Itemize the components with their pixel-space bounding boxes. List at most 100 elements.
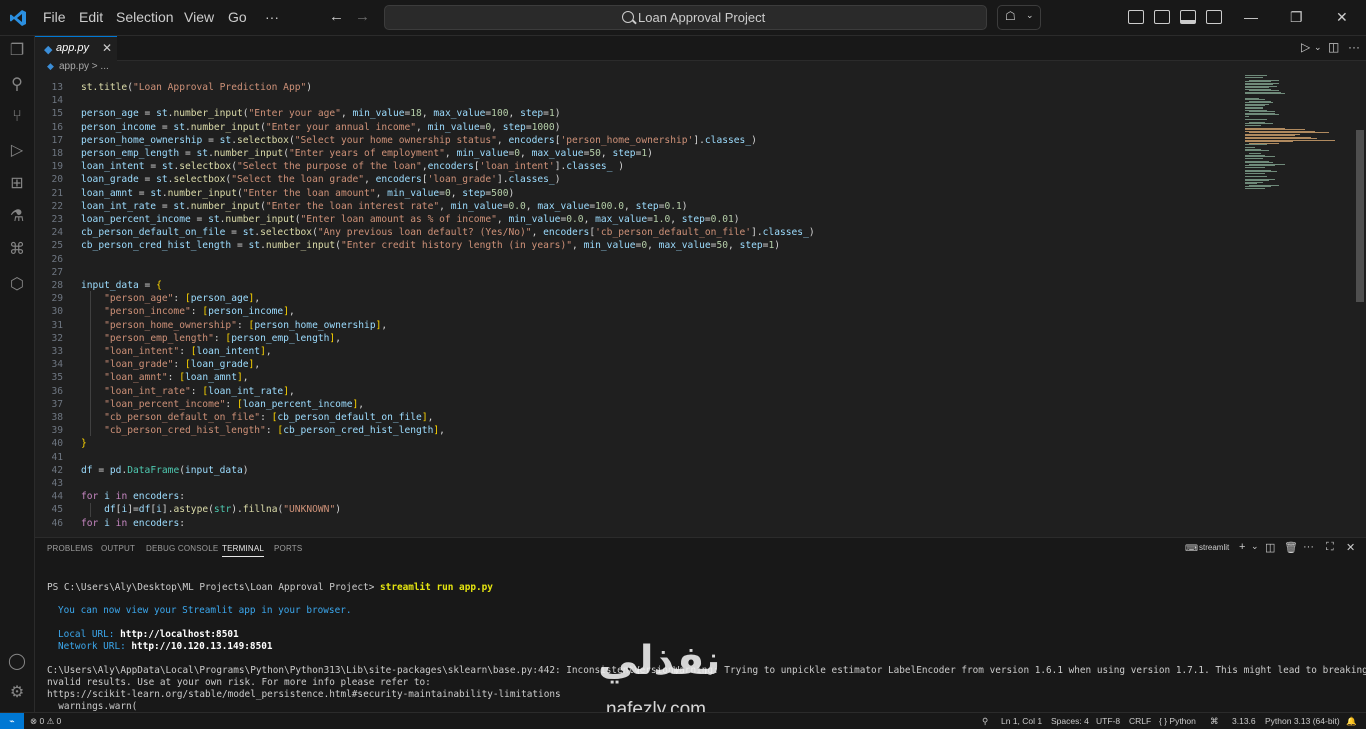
code-token: , <box>572 240 584 252</box>
extensions-icon[interactable]: ⊞ <box>8 175 26 193</box>
cursor-position[interactable]: Ln 1, Col 1 <box>1001 716 1042 726</box>
code-token: "loan_int_rate" <box>104 385 191 397</box>
containers-icon[interactable]: ⬡ <box>8 276 26 294</box>
code-token: "Loan Approval Prediction App" <box>133 82 307 93</box>
encoding[interactable]: UTF-8 <box>1096 716 1120 726</box>
toggle-sidebar-icon[interactable] <box>1154 10 1170 24</box>
code-token: ) <box>335 504 342 516</box>
tab-output[interactable]: OUTPUT <box>101 544 135 553</box>
minimap-line <box>1245 144 1267 145</box>
line-number: 13 <box>51 82 63 93</box>
remote-indicator-icon[interactable]: ⌁ <box>0 713 24 729</box>
kill-terminal-icon[interactable]: 🗑 <box>1284 541 1298 554</box>
python-icon[interactable]: ⌘ <box>8 241 26 259</box>
copilot-button[interactable]: ☖ ⌄ <box>997 5 1041 30</box>
minimap-line <box>1245 76 1263 78</box>
terminal-instance-name[interactable]: streamlit <box>1199 543 1229 552</box>
restore-button[interactable]: ❐ <box>1290 9 1303 26</box>
new-terminal-icon[interactable]: + <box>1239 541 1245 553</box>
editor-scrollbar[interactable] <box>1356 130 1364 302</box>
settings-gear-icon[interactable]: ⚙ <box>8 684 26 702</box>
menu-go[interactable]: Go <box>228 9 247 25</box>
split-editor-icon[interactable]: ◫ <box>1328 40 1339 54</box>
command-center-search[interactable]: Loan Approval Project <box>384 5 987 30</box>
network-url-label: Network URL: <box>58 641 126 652</box>
minimize-button[interactable]: — <box>1244 9 1258 25</box>
toggle-primary-sidebar-icon[interactable] <box>1128 10 1144 24</box>
indentation[interactable]: Spaces: 4 <box>1051 716 1089 726</box>
code-token: , <box>358 398 365 410</box>
code-token: , <box>531 227 544 239</box>
more-actions-icon[interactable]: ··· <box>1348 40 1360 54</box>
menu-view[interactable]: View <box>184 9 214 25</box>
toggle-secondary-sidebar-icon[interactable] <box>1206 10 1222 24</box>
explorer-icon[interactable]: ❐ <box>8 42 26 60</box>
search-icon[interactable]: ⚲ <box>8 76 26 94</box>
code-token: number_input <box>213 148 284 159</box>
more-actions-icon[interactable]: ··· <box>1303 541 1314 553</box>
terminal-warning-link[interactable]: https://scikit-learn.org/stable/model_pe… <box>47 689 561 700</box>
testing-icon[interactable]: ⚗ <box>8 208 26 226</box>
line-number: 25 <box>51 240 63 252</box>
menu-more[interactable]: ··· <box>265 9 279 25</box>
code-token: input_data <box>81 280 139 291</box>
local-url-link[interactable]: http://localhost:8501 <box>120 629 239 640</box>
line-number: 18 <box>51 148 63 159</box>
source-control-icon[interactable]: ⑂ <box>8 108 26 126</box>
notifications-bell-icon[interactable]: 🔔 <box>1346 716 1357 727</box>
code-text: person_home_ownership = st.selectbox("Se… <box>81 134 757 147</box>
tab-close-icon[interactable]: ✕ <box>102 41 112 55</box>
forward-arrow-icon[interactable]: → <box>355 8 370 25</box>
back-arrow-icon[interactable]: ← <box>329 8 344 25</box>
terminal-view-message: You can now view your Streamlit app in y… <box>58 605 352 616</box>
tab-terminal[interactable]: TERMINAL <box>222 544 265 557</box>
code-token: max_value <box>595 214 648 225</box>
menu-selection[interactable]: Selection <box>116 9 174 25</box>
breadcrumb-text[interactable]: app.py > ... <box>59 61 109 72</box>
code-token: : <box>179 491 186 503</box>
code-token: ]. <box>693 134 705 146</box>
python-environment-icon[interactable]: ⌘ <box>1210 716 1219 727</box>
menu-edit[interactable]: Edit <box>79 9 103 25</box>
run-debug-icon[interactable]: ▷ <box>8 142 26 160</box>
network-url-link[interactable]: http://10.120.13.149:8501 <box>131 641 272 652</box>
code-token: : <box>167 372 180 384</box>
code-token: "cb_person_default_on_file" <box>104 412 261 423</box>
python-interpreter[interactable]: Python 3.13 (64-bit) <box>1265 716 1340 726</box>
tab-ports[interactable]: PORTS <box>274 544 302 553</box>
code-token: "Select the loan grade" <box>231 174 365 186</box>
run-options-chevron-icon[interactable]: ⌄ <box>1314 42 1322 53</box>
close-panel-icon[interactable]: ✕ <box>1346 541 1355 554</box>
code-token: ) <box>733 214 740 225</box>
maximize-panel-icon[interactable]: ⛶ <box>1326 541 1334 554</box>
line-number: 38 <box>51 412 63 423</box>
menu-file[interactable]: File <box>43 9 66 25</box>
code-token: , <box>520 148 532 159</box>
terminal-dropdown-icon[interactable]: ⌄ <box>1251 541 1259 552</box>
toggle-panel-icon[interactable] <box>1180 10 1196 24</box>
minimap[interactable] <box>1245 75 1345 215</box>
tab-problems[interactable]: PROBLEMS <box>47 544 93 553</box>
code-token: : <box>213 332 226 344</box>
run-python-file-icon[interactable]: ▷ <box>1301 40 1310 54</box>
line-ending[interactable]: CRLF <box>1129 716 1151 726</box>
zoom-icon[interactable]: ⚲ <box>982 716 988 727</box>
tab-debug-console[interactable]: DEBUG CONSOLE <box>146 544 218 553</box>
close-window-button[interactable]: ✕ <box>1336 9 1348 26</box>
code-token: , <box>647 240 659 252</box>
split-terminal-icon[interactable]: ◫ <box>1265 541 1275 554</box>
account-icon[interactable]: ◯ <box>8 653 26 671</box>
python-version[interactable]: 3.13.6 <box>1232 716 1256 726</box>
line-number: 44 <box>51 491 63 503</box>
tab-app-py[interactable]: ◆ app.py ✕ <box>35 36 117 61</box>
code-token: , <box>254 359 261 371</box>
language-mode[interactable]: { } Python <box>1159 716 1196 726</box>
problems-count[interactable]: ⊗ 0 ⚠ 0 <box>30 716 61 727</box>
code-editor[interactable]: 13 st.title("Loan Approval Prediction App… <box>35 75 1355 537</box>
code-text: "loan_grade": [loan_grade], <box>81 358 260 371</box>
